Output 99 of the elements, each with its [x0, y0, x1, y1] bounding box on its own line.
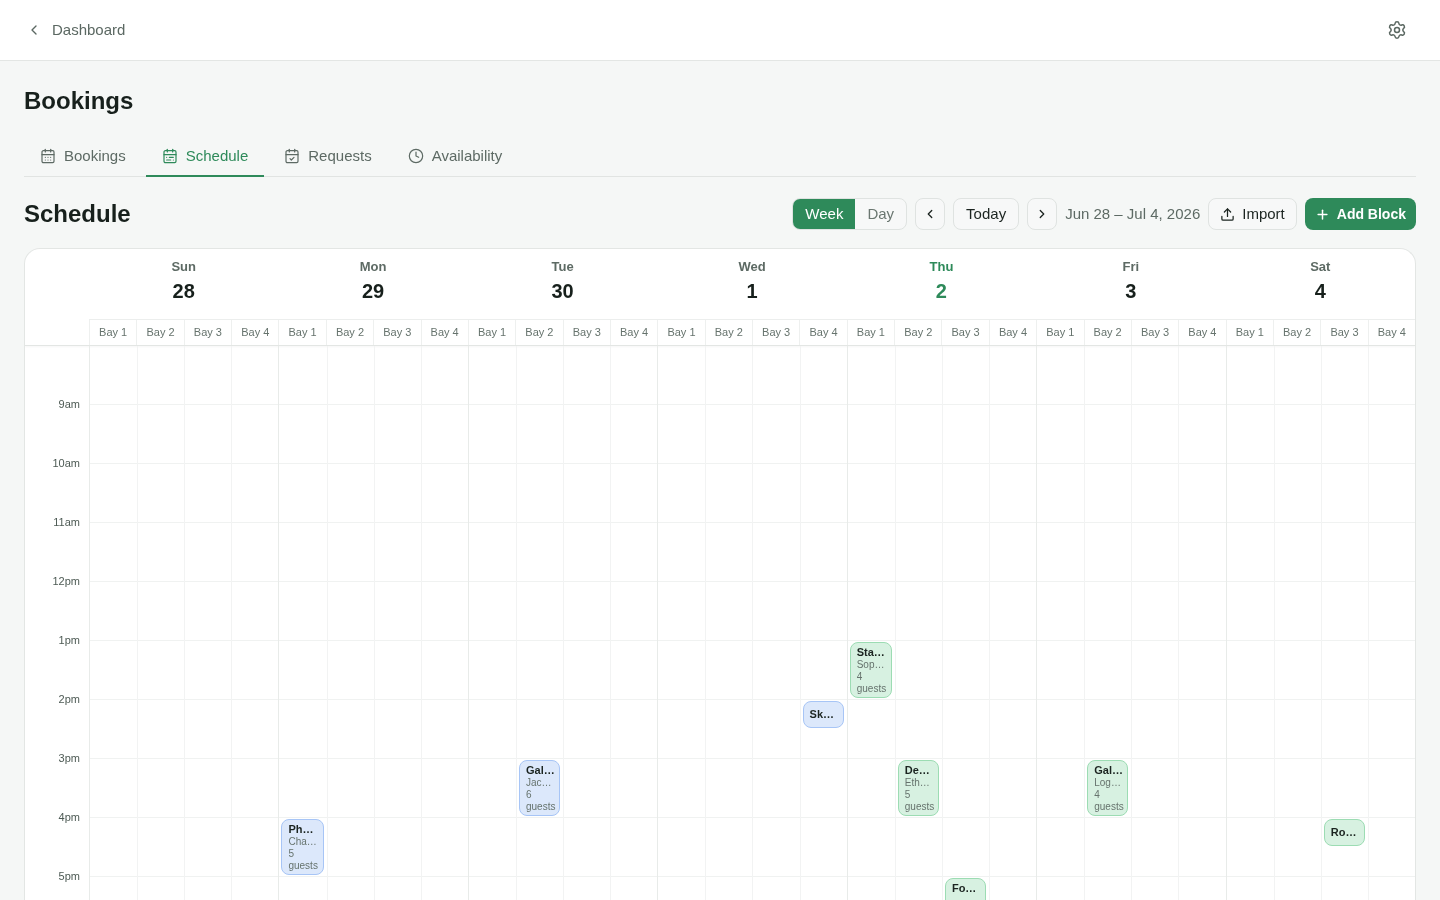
day-number: 3	[1125, 279, 1137, 303]
bay-label: Bay 4	[620, 325, 649, 341]
bay-label: Bay 2	[335, 325, 365, 341]
settings-icon[interactable]	[1387, 20, 1407, 40]
weekday-label: Mon	[359, 259, 387, 275]
bay-label: Bay 3	[193, 325, 222, 341]
tab[interactable]: Schedule	[145, 137, 265, 177]
guest-name: Log…	[1094, 777, 1122, 789]
bay-label: Bay 2	[904, 325, 933, 341]
hour-label: 1pm	[58, 633, 80, 647]
booking-title: Ph…	[288, 823, 315, 835]
page-title: Bookings	[24, 86, 134, 116]
bay-label: Bay 2	[1093, 325, 1122, 341]
bay-label: Bay 3	[1140, 325, 1170, 341]
guest-name: Jac…	[525, 777, 553, 789]
clock-icon	[407, 148, 424, 164]
day-number: 1	[746, 279, 758, 303]
weekday-label: Thu	[929, 259, 954, 275]
hour-label: 3pm	[58, 751, 80, 765]
hour-label: 12pm	[52, 574, 80, 588]
booking-title: Gal…	[525, 764, 554, 776]
hour-label: 9am	[58, 397, 80, 411]
bay-label: Bay 3	[762, 325, 791, 341]
day-number: 2	[935, 279, 947, 303]
view-option[interactable]: Day	[855, 199, 907, 229]
booking-block[interactable]: Fo…	[944, 878, 987, 900]
booking-title: Fo…	[951, 882, 978, 894]
bay-label: Bay 3	[951, 325, 980, 341]
booking-title: Sk…	[809, 708, 835, 721]
bay-label: Bay 1	[1235, 325, 1264, 341]
guest-count: 6 guests	[525, 789, 554, 813]
bay-label: Bay 4	[1188, 325, 1217, 341]
bay-label: Bay 2	[146, 325, 175, 341]
day-number: 28	[172, 279, 195, 303]
hour-label: 11am	[53, 515, 80, 529]
booking-title: Sta…	[856, 646, 885, 658]
calendar-icon	[161, 148, 178, 164]
weekday-label: Sat	[1310, 259, 1331, 275]
bay-label: Bay 3	[383, 325, 412, 341]
bay-label: Bay 1	[99, 325, 128, 341]
bay-label: Bay 2	[1283, 325, 1312, 341]
bay-label: Bay 2	[525, 325, 554, 341]
hour-label: 5pm	[58, 869, 80, 883]
add-block-button[interactable]: Add Block	[1304, 198, 1416, 230]
import-button[interactable]: Import	[1208, 198, 1297, 230]
bay-label: Bay 4	[998, 325, 1028, 341]
bay-label: Bay 1	[667, 325, 696, 341]
bay-label: Bay 4	[1377, 325, 1406, 341]
bay-label: Bay 1	[856, 325, 885, 341]
weekday-label: Wed	[738, 259, 766, 275]
booking-block[interactable]: Ro…	[1323, 819, 1365, 846]
previous-week-button[interactable]	[915, 198, 946, 230]
calendar-check-icon	[284, 148, 301, 164]
booking-title: Gal…	[1094, 764, 1122, 776]
booking-block[interactable]: Sk…	[802, 701, 844, 728]
weekday-label: Sun	[171, 259, 196, 275]
guest-name: Eth…	[904, 777, 931, 789]
section-title: Schedule	[24, 199, 131, 229]
tab[interactable]: Requests	[268, 137, 388, 177]
guest-count: 5 guests	[904, 789, 932, 813]
booking-block[interactable]: Gal… Jac… 6 guests	[518, 760, 561, 816]
day-number: 29	[362, 279, 385, 303]
day-number: 30	[551, 279, 574, 303]
guest-count: 5 guests	[288, 848, 317, 872]
bay-label: Bay 4	[241, 325, 270, 341]
day-number: 4	[1314, 279, 1326, 303]
tab[interactable]: Availability	[391, 137, 519, 177]
tab[interactable]: Bookings	[24, 137, 142, 177]
weekday-label: Tue	[551, 259, 574, 275]
bay-label: Bay 3	[572, 325, 601, 341]
today-button[interactable]: Today	[953, 198, 1020, 230]
guest-count: 4 guests	[856, 671, 885, 695]
bay-label: Bay 3	[1330, 325, 1359, 341]
guest-count: 4 guests	[1094, 789, 1122, 813]
date-range: Jun 28 – Jul 4, 2026	[1065, 203, 1201, 224]
bay-label: Bay 4	[430, 325, 459, 341]
booking-block[interactable]: Sta… Sop… 4 guests	[849, 642, 892, 698]
plus-icon	[1314, 206, 1330, 222]
upload-icon	[1220, 206, 1236, 222]
back-link[interactable]: Dashboard	[26, 18, 126, 42]
weekday-label: Fri	[1122, 259, 1140, 275]
hour-label: 10am	[52, 456, 80, 470]
next-week-button[interactable]	[1027, 198, 1058, 230]
booking-title: De…	[904, 764, 931, 776]
calendar-icon	[40, 148, 56, 164]
bay-label: Bay 1	[288, 325, 317, 341]
bay-label: Bay 2	[714, 325, 743, 341]
bay-label: Bay 1	[477, 325, 507, 341]
booking-block[interactable]: Gal… Log… 4 guests	[1087, 760, 1129, 816]
hour-label: 2pm	[58, 692, 80, 706]
guest-name: Cha…	[288, 836, 317, 848]
guest-name: Sop…	[856, 659, 885, 671]
bay-label: Bay 4	[809, 325, 838, 341]
booking-block[interactable]: De… Eth… 5 guests	[897, 760, 939, 816]
bay-label: Bay 1	[1046, 325, 1075, 341]
booking-block[interactable]: Ph… Cha… 5 guests	[281, 819, 324, 875]
hour-label: 4pm	[58, 810, 80, 824]
booking-title: Ro…	[1330, 826, 1357, 839]
view-option[interactable]: Week	[793, 199, 856, 229]
